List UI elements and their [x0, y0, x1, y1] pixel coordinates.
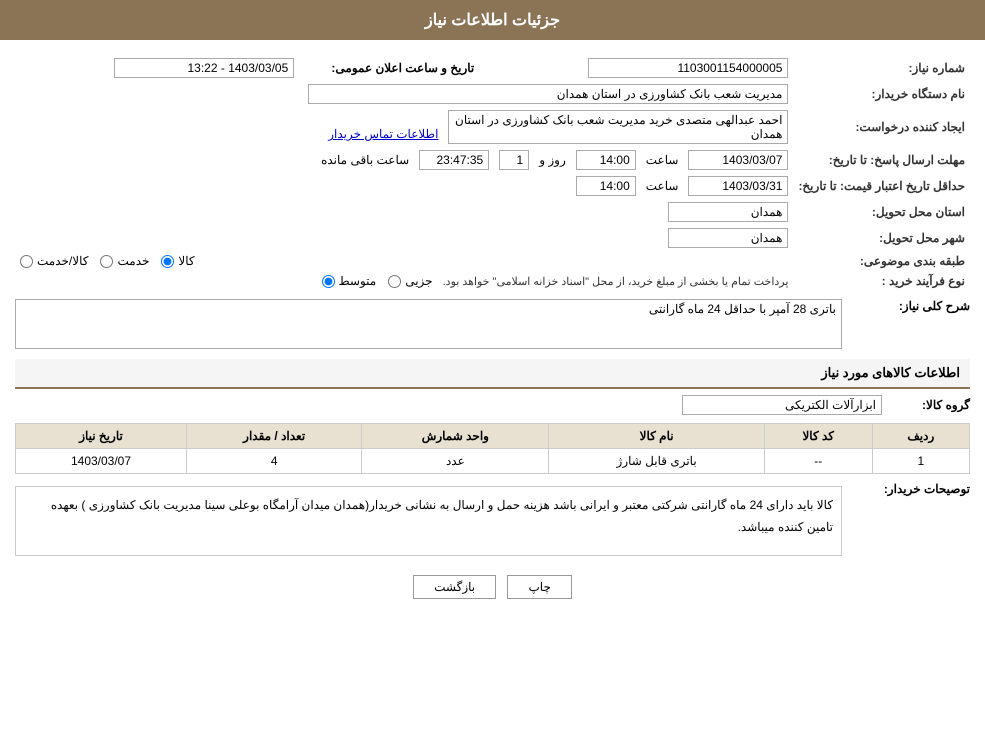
mohlat-roz-label: روز و — [539, 153, 566, 167]
groupe-kala-value: ابزارآلات الکتریکی — [682, 395, 882, 415]
col-radif: ردیف — [872, 424, 969, 449]
radio-kala-input[interactable] — [161, 255, 174, 268]
mohlat-saat-label: ساعت — [646, 153, 679, 167]
tarikh-aelan-value: 1403/03/05 - 13:22 — [15, 55, 299, 81]
cell-tarikh: 1403/03/07 — [16, 449, 187, 474]
tabaghebandi-options: کالا خدمت کالا/خدمت — [15, 251, 793, 271]
haadaqal-saat-label: ساعت — [646, 179, 679, 193]
tabaghebandi-kala-khedmat[interactable]: کالا/خدمت — [20, 254, 88, 268]
main-info-table: شماره نیاز: 1103001154000005 تاریخ و ساع… — [15, 55, 970, 291]
shahr-input: همدان — [668, 228, 788, 248]
ettlaat-tamas-link[interactable]: اطلاعات تماس خریدار — [328, 127, 438, 141]
sharh-koli-value: باتری 28 آمپر با حداقل 24 ماه گارانتی — [649, 302, 836, 316]
shomare-niaz-input: 1103001154000005 — [588, 58, 788, 78]
ostan-label: استان محل تحویل: — [793, 199, 970, 225]
cell-vahed: عدد — [362, 449, 549, 474]
radio-jozi-label: جزیی — [405, 274, 432, 288]
sharh-koli-section: شرح کلی نیاز: باتری 28 آمپر با حداقل 24 … — [15, 299, 970, 349]
shahr-label: شهر محل تحویل: — [793, 225, 970, 251]
haadaqal-date-input: 1403/03/31 — [688, 176, 788, 196]
ostan-value: همدان — [15, 199, 793, 225]
radio-khedmat-label: خدمت — [117, 254, 149, 268]
nam-dastgah-input: مدیریت شعب بانک کشاورزی در استان همدان — [308, 84, 788, 104]
chap-button[interactable]: چاپ — [507, 575, 571, 599]
sharh-koli-input: باتری 28 آمپر با حداقل 24 ماه گارانتی — [15, 299, 842, 349]
radio-jozi-input[interactable] — [388, 275, 401, 288]
bazgasht-button[interactable]: بازگشت — [413, 575, 496, 599]
radio-khedmat-input[interactable] — [100, 255, 113, 268]
col-vahed: واحد شمارش — [362, 424, 549, 449]
radio-motavaset-label: متوسط — [339, 274, 377, 288]
tarikh-aelan-input: 1403/03/05 - 13:22 — [114, 58, 294, 78]
groupe-kala-row: گروه کالا: ابزارآلات الکتریکی — [15, 395, 970, 415]
farayand-motavaset[interactable]: متوسط — [322, 274, 377, 288]
tabaghebandi-khedmat[interactable]: خدمت — [100, 254, 149, 268]
ettlaat-kala-section-title: اطلاعات کالاهای مورد نیاز — [15, 359, 970, 389]
tabaghebandi-kala[interactable]: کالا — [161, 254, 194, 268]
mohlat-date-input: 1403/03/07 — [688, 150, 788, 170]
cell-kod-kala: -- — [764, 449, 872, 474]
tarikh-aelan-label: تاریخ و ساعت اعلان عمومی: — [299, 55, 479, 81]
mohlat-baghi-input: 23:47:35 — [419, 150, 489, 170]
col-tarikh: تاریخ نیاز — [16, 424, 187, 449]
sharh-koli-label: شرح کلی نیاز: — [850, 299, 970, 313]
groupe-kala-label: گروه کالا: — [890, 398, 970, 412]
noe-farayand-row: جزیی متوسط پرداخت تمام یا بخشی از مبلغ خ… — [15, 271, 793, 291]
col-nam-kala: نام کالا — [549, 424, 765, 449]
ijad-konande-input: احمد عبدالهی متصدی خرید مدیریت شعب بانک … — [448, 110, 788, 144]
noe-farayand-label: نوع فرآیند خرید : — [793, 271, 970, 291]
description-value: کالا باید دارای 24 ماه گارانتی شرکتی معت… — [51, 498, 833, 534]
mohlat-baghi-label: ساعت باقی مانده — [321, 153, 409, 167]
table-row: 1 -- باتری قابل شارژ عدد 4 1403/03/07 — [16, 449, 970, 474]
page-wrapper: جزئیات اطلاعات نیاز شماره نیاز: 11030011… — [0, 0, 985, 733]
ijad-konande-value: احمد عبدالهی متصدی خرید مدیریت شعب بانک … — [15, 107, 793, 147]
description-label: توصیحات خریدار: — [850, 482, 970, 496]
mohlat-ersal-row: 1403/03/07 ساعت 14:00 روز و 1 23:47:35 س… — [15, 147, 793, 173]
ostan-input: همدان — [668, 202, 788, 222]
noe-farayand-desc: پرداخت تمام یا بخشی از مبلغ خرید، از محل… — [443, 275, 789, 288]
nam-dastgah-label: نام دستگاه خریدار: — [793, 81, 970, 107]
tabaghebandi-label: طبقه بندی موضوعی: — [793, 251, 970, 271]
mohlat-ersal-label: مهلت ارسال پاسخ: تا تاریخ: — [793, 147, 970, 173]
description-section: توصیحات خریدار: کالا باید دارای 24 ماه گ… — [15, 482, 970, 560]
goods-table-header-row: ردیف کد کالا نام کالا واحد شمارش تعداد /… — [16, 424, 970, 449]
nam-dastgah-value: مدیریت شعب بانک کشاورزی در استان همدان — [15, 81, 793, 107]
description-box: کالا باید دارای 24 ماه گارانتی شرکتی معت… — [15, 486, 842, 556]
shahr-value: همدان — [15, 225, 793, 251]
page-title: جزئیات اطلاعات نیاز — [425, 12, 560, 29]
cell-tedad: 4 — [187, 449, 362, 474]
col-kod-kala: کد کالا — [764, 424, 872, 449]
button-row: چاپ بازگشت — [15, 575, 970, 599]
haadaqal-saat-input: 14:00 — [576, 176, 636, 196]
radio-motavaset-input[interactable] — [322, 275, 335, 288]
haadaqal-tarikh-label: حداقل تاریخ اعتبار قیمت: تا تاریخ: — [793, 173, 970, 199]
radio-kalakhedmat-input[interactable] — [20, 255, 33, 268]
cell-radif: 1 — [872, 449, 969, 474]
page-header: جزئیات اطلاعات نیاز — [0, 0, 985, 40]
shomare-niaz-label: شماره نیاز: — [793, 55, 970, 81]
cell-nam-kala: باتری قابل شارژ — [549, 449, 765, 474]
goods-table: ردیف کد کالا نام کالا واحد شمارش تعداد /… — [15, 423, 970, 474]
mohlat-roz-input: 1 — [499, 150, 529, 170]
content-area: شماره نیاز: 1103001154000005 تاریخ و ساع… — [0, 40, 985, 624]
mohlat-saat-input: 14:00 — [576, 150, 636, 170]
radio-kalakhedmat-label: کالا/خدمت — [37, 254, 88, 268]
shomare-niaz-value: 1103001154000005 — [479, 55, 793, 81]
farayand-jozi[interactable]: جزیی — [388, 274, 432, 288]
radio-kala-label: کالا — [178, 254, 194, 268]
ijad-konande-label: ایجاد کننده درخواست: — [793, 107, 970, 147]
col-tedad: تعداد / مقدار — [187, 424, 362, 449]
haadaqal-tarikh-row: 1403/03/31 ساعت 14:00 — [15, 173, 793, 199]
